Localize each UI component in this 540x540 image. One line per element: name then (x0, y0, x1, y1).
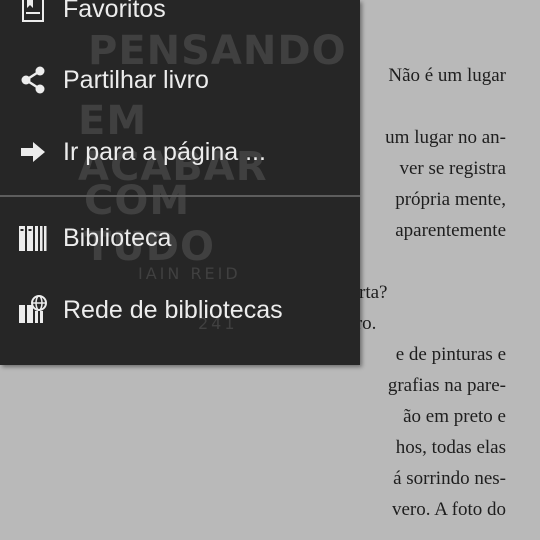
menu-item-label: Partilhar livro (63, 65, 209, 94)
drawer-menu: PENSANDO EM ACABAR COM TUDO IAIN REID 24… (0, 0, 360, 365)
book-line: grafias na pare- (387, 375, 506, 396)
book-line: e de pinturas e (395, 344, 506, 365)
book-line: hos, todas elas (395, 437, 506, 458)
menu-divider (0, 195, 360, 197)
book-line: Não é um lugar (388, 65, 506, 86)
menu-item-label: Ir para a página ... (63, 137, 266, 166)
book-line: vero. A foto do (392, 499, 506, 520)
menu-item-label: Biblioteca (63, 223, 172, 252)
book-line: á sorrindo nes- (393, 468, 506, 489)
share-icon (18, 65, 48, 95)
book-line: ver se registra (399, 158, 506, 179)
menu-item-label: Rede de bibliotecas (63, 295, 283, 324)
book-text: Não é um lugar um lugar no an- ver se re… (340, 60, 506, 525)
book-line: própria mente, (395, 189, 506, 210)
network-library-icon (18, 295, 48, 325)
menu-item-library-network[interactable]: Rede de bibliotecas (0, 277, 360, 343)
book-line: ão em preto e (403, 406, 506, 427)
book-line: orro. (340, 308, 506, 339)
arrow-right-icon (18, 137, 48, 167)
book-line: porta? (340, 282, 388, 303)
menu-item-label: Favoritos (63, 0, 166, 23)
book-line: um lugar no an- (385, 127, 506, 148)
book-line: aparentemente (395, 220, 506, 241)
menu-item-favoritos[interactable]: Favoritos (0, 0, 360, 42)
bookmark-icon (18, 0, 48, 24)
menu-item-library[interactable]: Biblioteca (0, 205, 360, 271)
library-icon (18, 223, 48, 253)
menu-item-share-book[interactable]: Partilhar livro (0, 47, 360, 113)
menu-item-go-to-page[interactable]: Ir para a página ... (0, 119, 360, 185)
